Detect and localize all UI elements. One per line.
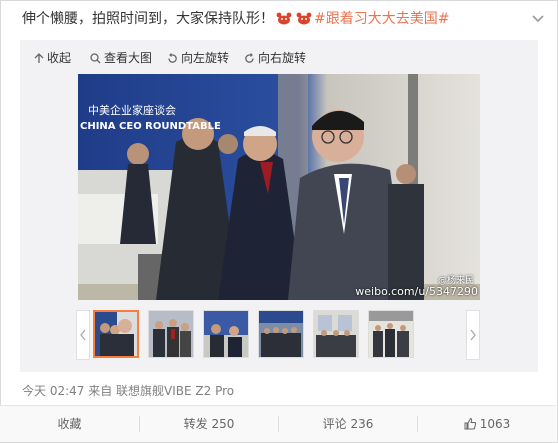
banner-text-cn: 中美企业家座谈会 xyxy=(88,103,176,117)
chevron-left-icon xyxy=(80,329,86,341)
media-viewer: 收起 查看大图 向左旋转 向右旋转 中美企业家座谈会 CHINA CEO ROU… xyxy=(20,40,538,372)
thumbnail-6[interactable] xyxy=(368,310,414,358)
post-text-body: 伸个懒腰，拍照时间到，大家保持队形！ xyxy=(22,11,274,27)
thumbnail-1[interactable] xyxy=(93,310,139,358)
thumbs-up-icon xyxy=(464,417,476,430)
rotate-left-button[interactable]: 向左旋转 xyxy=(167,50,229,66)
comment-label: 评论 236 xyxy=(322,417,374,431)
rotate-right-button[interactable]: 向右旋转 xyxy=(244,50,306,66)
thumbnail-image xyxy=(259,311,303,357)
main-photo[interactable]: 中美企业家座谈会 CHINA CEO ROUNDTABLE @杨来民 weibo… xyxy=(78,74,480,300)
thumbnail-image xyxy=(314,311,358,357)
collapse-button[interactable]: 收起 xyxy=(34,50,71,66)
thumbnail-image xyxy=(369,311,413,357)
view-large-button[interactable]: 查看大图 xyxy=(90,50,152,66)
view-large-label: 查看大图 xyxy=(104,51,153,65)
thumbnail-4[interactable] xyxy=(258,310,304,358)
thumbnail-image xyxy=(149,311,193,357)
crab-emoji-icon xyxy=(276,12,292,25)
thumbnail-image xyxy=(204,311,248,357)
repost-button[interactable]: 转发 250 xyxy=(140,406,278,442)
favorite-label: 收藏 xyxy=(57,417,82,431)
post-text: 伸个懒腰，拍照时间到，大家保持队形！ #跟着习大大去美国# xyxy=(22,8,449,30)
hashtag-link[interactable]: #跟着习大大去美国# xyxy=(314,11,449,27)
thumbnail-5[interactable] xyxy=(313,310,359,358)
post-meta: 今天 02:47 来自 联想旗舰VIBE Z2 Pro xyxy=(22,382,234,399)
banner-text-en: CHINA CEO ROUNDTABLE xyxy=(80,121,221,132)
rotate-left-icon xyxy=(168,53,177,63)
like-button[interactable]: 1063 xyxy=(418,406,556,442)
favorite-button[interactable]: 收藏 xyxy=(0,406,139,442)
rotate-left-label: 向左旋转 xyxy=(181,51,230,65)
watermark-url: weibo.com/u/5347290 xyxy=(355,285,478,298)
action-bar: 收藏 转发 250 评论 236 1063 xyxy=(0,405,556,442)
group-selfie-image: 中美企业家座谈会 CHINA CEO ROUNDTABLE xyxy=(78,74,480,300)
repost-label: 转发 250 xyxy=(183,417,235,431)
chevron-right-icon xyxy=(470,329,476,341)
thumbnail-3[interactable] xyxy=(203,310,249,358)
arrow-up-icon xyxy=(34,53,44,63)
thumbnail-2[interactable] xyxy=(148,310,194,358)
thumbnail-image xyxy=(95,312,137,356)
post-source[interactable]: 来自 联想旗舰VIBE Z2 Pro xyxy=(88,384,234,398)
thumb-next-button[interactable] xyxy=(466,310,480,360)
post-time[interactable]: 今天 02:47 xyxy=(22,384,84,398)
search-icon xyxy=(90,53,101,64)
rotate-right-icon xyxy=(245,53,254,63)
thumbnail-strip xyxy=(76,310,480,362)
like-count: 1063 xyxy=(479,417,511,431)
media-toolbar: 收起 查看大图 向左旋转 向右旋转 xyxy=(20,40,538,74)
crab-emoji-icon xyxy=(296,12,312,25)
comment-button[interactable]: 评论 236 xyxy=(279,406,417,442)
collapse-label: 收起 xyxy=(47,51,72,65)
chevron-down-icon[interactable] xyxy=(530,10,546,26)
thumb-prev-button[interactable] xyxy=(76,310,90,360)
rotate-right-label: 向右旋转 xyxy=(258,51,307,65)
